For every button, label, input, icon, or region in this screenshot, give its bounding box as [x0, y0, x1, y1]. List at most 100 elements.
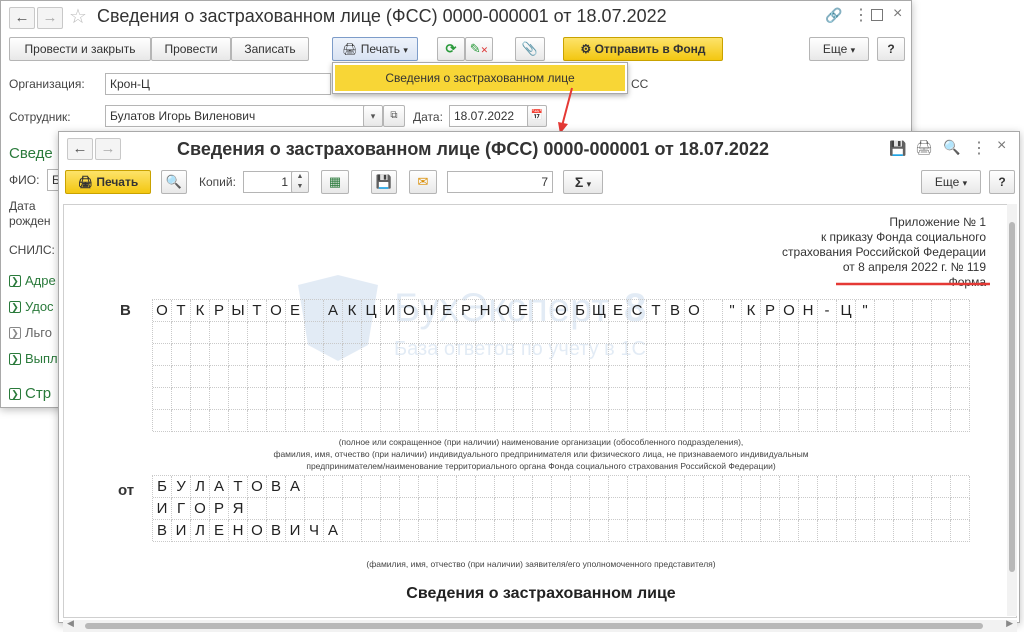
- form-cell: [761, 366, 780, 388]
- form-cell: [457, 476, 476, 498]
- address-link[interactable]: ❯ Адре: [9, 273, 56, 288]
- close-icon[interactable]: ×: [997, 137, 1006, 155]
- post-button[interactable]: Провести: [151, 37, 231, 61]
- form-cell: [590, 476, 609, 498]
- payments-link[interactable]: ❯ Выпл: [9, 351, 58, 366]
- print-menu-item-insured-info[interactable]: Сведения о застрахованном лице: [335, 65, 625, 91]
- form-cell: [856, 520, 875, 542]
- horizontal-scrollbar[interactable]: ◀ ▶: [63, 618, 1017, 632]
- form-cell: [609, 366, 628, 388]
- print-button[interactable]: 🖨 Печать: [65, 170, 151, 194]
- forward-arrow-icon[interactable]: →: [37, 7, 63, 29]
- form-cell: [495, 366, 514, 388]
- page-number-field[interactable]: 7: [447, 171, 553, 193]
- form-cell: О: [248, 476, 267, 498]
- horizontal-scroll-thumb[interactable]: [85, 623, 983, 629]
- employee-open-icon[interactable]: ⧉: [383, 105, 405, 127]
- save-button[interactable]: Записать: [231, 37, 309, 61]
- form-cell: [609, 322, 628, 344]
- form-cell: [837, 344, 856, 366]
- id-document-link[interactable]: ❯ Удос: [9, 299, 54, 314]
- document-page[interactable]: БухЭксперт 8 База ответов по учету в 1С …: [63, 204, 1017, 618]
- forward-arrow-icon[interactable]: →: [95, 138, 121, 160]
- form-cell: [286, 322, 305, 344]
- scroll-right-icon[interactable]: ▶: [1006, 618, 1013, 629]
- back-arrow-icon[interactable]: ←: [9, 7, 35, 29]
- organization-suffix-text: СС: [631, 77, 649, 91]
- form-cell: [799, 366, 818, 388]
- organization-field[interactable]: Крон-Ц: [105, 73, 331, 95]
- form-cell: [457, 366, 476, 388]
- table-settings-icon[interactable]: ▦: [321, 170, 349, 194]
- employee-field[interactable]: Булатов Игорь Виленович: [105, 105, 381, 127]
- close-icon[interactable]: ×: [893, 5, 902, 23]
- more-dots-icon[interactable]: ⋮: [971, 138, 987, 158]
- front-more-button[interactable]: Еще ▾: [921, 170, 981, 194]
- copies-field[interactable]: 1: [243, 171, 293, 193]
- form-cell: [704, 476, 723, 498]
- link-icon[interactable]: 🔗: [825, 7, 842, 24]
- form-cell: [533, 300, 552, 322]
- vertical-scroll-thumb[interactable]: [1009, 222, 1015, 572]
- benefits-link[interactable]: ❯ Льго: [9, 325, 52, 340]
- form-cell: А: [324, 300, 343, 322]
- back-arrow-icon[interactable]: ←: [67, 138, 93, 160]
- form-cell: [514, 476, 533, 498]
- date-field[interactable]: 18.07.2022: [449, 105, 529, 127]
- form-cell: [780, 476, 799, 498]
- chevron-down-icon: ▾: [586, 179, 592, 189]
- attachment-icon[interactable]: 📎: [515, 37, 545, 61]
- snils-label: СНИЛС:: [9, 243, 55, 257]
- form-cell: [305, 300, 324, 322]
- form-cell: [153, 388, 172, 410]
- structure-link[interactable]: ❯ Стр: [9, 385, 51, 402]
- form-cell: Г: [172, 498, 191, 520]
- form-cell: [286, 388, 305, 410]
- save-disk-icon[interactable]: 💾: [889, 140, 906, 157]
- printer-icon[interactable]: 🖨: [915, 139, 933, 156]
- form-cell: [286, 366, 305, 388]
- form-cell: [818, 322, 837, 344]
- form-cell: [837, 476, 856, 498]
- favorite-star-icon[interactable]: ☆: [69, 4, 87, 29]
- more-dots-icon[interactable]: ⋮: [853, 5, 869, 25]
- form-cell: [590, 344, 609, 366]
- sum-button[interactable]: Σ ▾: [563, 170, 603, 194]
- organization-name-grid: О Т К Р Ы Т О Е А К Ц И О Н Е Р Н О Е О Б Щ Е С Т В О " К Р О Н - Ц ": [152, 299, 970, 432]
- save-file-icon[interactable]: 💾: [371, 170, 397, 194]
- form-cell: [286, 498, 305, 520]
- employee-dropdown-icon[interactable]: ▾: [363, 105, 383, 127]
- form-cell: [552, 366, 571, 388]
- form-cell: [685, 344, 704, 366]
- help-button[interactable]: ?: [877, 37, 905, 61]
- scroll-left-icon[interactable]: ◀: [67, 618, 74, 629]
- print-preview-icon[interactable]: 🔍: [161, 170, 187, 194]
- form-cell: [229, 344, 248, 366]
- form-cell: [381, 366, 400, 388]
- post-and-close-button[interactable]: Провести и закрыть: [9, 37, 151, 61]
- form-cell: [685, 410, 704, 432]
- form-cell: [571, 476, 590, 498]
- send-to-fund-button[interactable]: ⚙ Отправить в Фонд: [563, 37, 723, 61]
- form-cell: [248, 498, 267, 520]
- chevron-right-icon: ❯: [9, 388, 21, 400]
- preview-icon[interactable]: 🔍: [943, 139, 960, 156]
- form-cell: [172, 366, 191, 388]
- maximize-icon[interactable]: [871, 9, 883, 21]
- form-cell: [875, 322, 894, 344]
- refresh-icon[interactable]: ⟳: [437, 37, 465, 61]
- form-cell: [381, 476, 400, 498]
- edit-cancel-icon[interactable]: ✎✕: [465, 37, 493, 61]
- vertical-scrollbar[interactable]: [1007, 204, 1017, 616]
- copies-stepper[interactable]: ▲ ▼: [291, 171, 309, 193]
- email-icon[interactable]: ✉: [409, 170, 437, 194]
- form-cell: К: [343, 300, 362, 322]
- form-cell: [837, 498, 856, 520]
- print-dropdown-button[interactable]: 🖨 Печать ▾: [332, 37, 418, 61]
- more-button[interactable]: Еще ▾: [809, 37, 869, 61]
- appendix-line: Приложение № 1: [889, 215, 986, 229]
- form-cell: [799, 388, 818, 410]
- front-help-button[interactable]: ?: [989, 170, 1015, 194]
- date-label: Дата:: [413, 110, 443, 124]
- calendar-icon[interactable]: 📅: [527, 105, 547, 127]
